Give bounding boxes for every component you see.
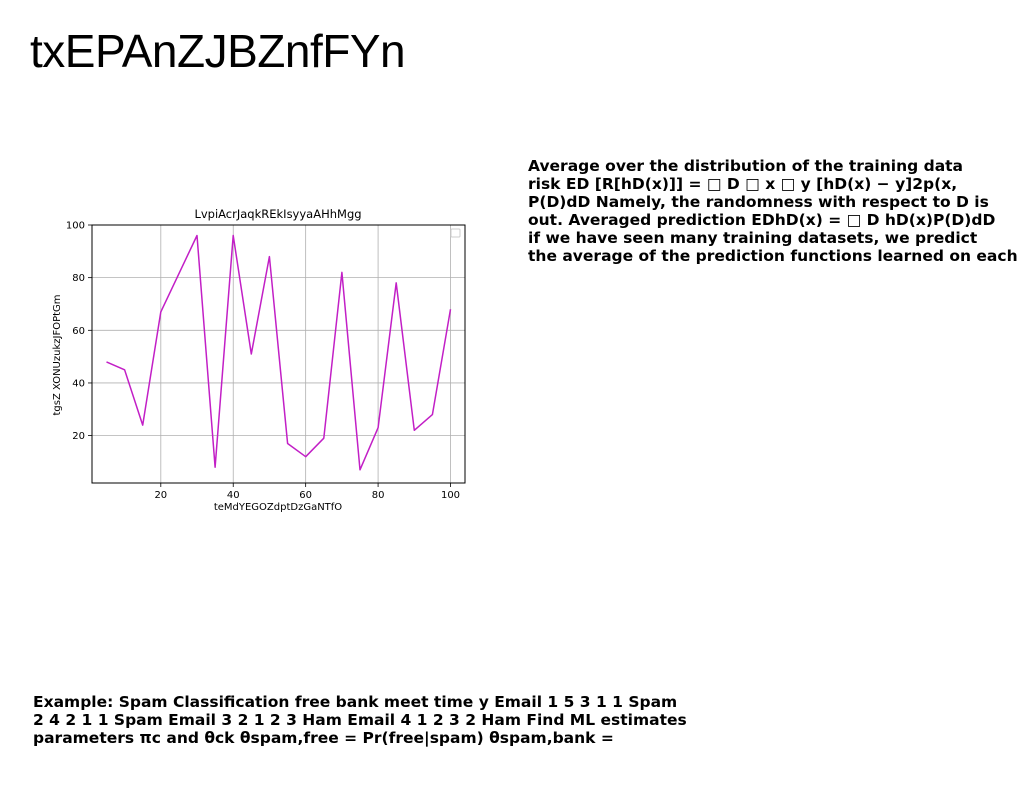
chart-title: LvpiAcrJaqkREkIsyyaAHhMgg <box>194 207 361 221</box>
chart-y-axis-label: tgsZ XONUzukzJFOPtGm <box>52 294 63 415</box>
chart-x-tick-label: 60 <box>299 490 312 501</box>
text-line: out. Averaged prediction EDhD(x) = □ D h… <box>528 211 996 229</box>
chart-y-tick-label: 20 <box>72 431 85 442</box>
text-line: Example: Spam Classification free bank m… <box>33 693 678 711</box>
text-line: parameters πc and θck θspam,free = Pr(fr… <box>33 729 614 747</box>
chart-y-tick-label: 100 <box>66 221 85 232</box>
chart-legend <box>450 228 461 238</box>
explanation-text: Average over the distribution of the tra… <box>528 157 1024 265</box>
chart-y-tick-label: 80 <box>72 273 85 284</box>
chart-x-tick-label: 100 <box>441 490 460 501</box>
line-chart: LvpiAcrJaqkREkIsyyaAHhMgg teMdYEGOZdptDz… <box>48 200 478 520</box>
chart-x-tick-label: 20 <box>154 490 167 501</box>
text-line: Average over the distribution of the tra… <box>528 157 964 175</box>
chart-svg: LvpiAcrJaqkREkIsyyaAHhMgg teMdYEGOZdptDz… <box>52 207 466 513</box>
chart-y-tick-label: 40 <box>72 378 85 389</box>
chart-x-tick-label: 80 <box>372 490 385 501</box>
chart-ticks: 20 40 60 80 100 20 40 60 80 100 <box>66 221 460 502</box>
text-line: risk ED [R[hD(x)]] = □ D □ x □ y [hD(x) … <box>528 175 958 193</box>
chart-x-axis-label: teMdYEGOZdptDzGaNTfO <box>214 502 342 513</box>
text-line: 2 4 2 1 1 Spam Email 3 2 1 2 3 Ham Email… <box>33 711 687 729</box>
text-line: if we have seen many training datasets, … <box>528 229 978 247</box>
example-text: Example: Spam Classification free bank m… <box>33 693 733 747</box>
chart-series-line <box>106 234 452 471</box>
chart-series <box>106 234 452 471</box>
text-line: P(D)dD Namely, the randomness with respe… <box>528 193 989 211</box>
chart-x-tick-label: 40 <box>227 490 240 501</box>
text-line: the average of the prediction functions … <box>528 247 1018 265</box>
slide-title: txEPAnZJBZnfFYn <box>30 25 406 77</box>
chart-y-tick-label: 60 <box>72 326 85 337</box>
